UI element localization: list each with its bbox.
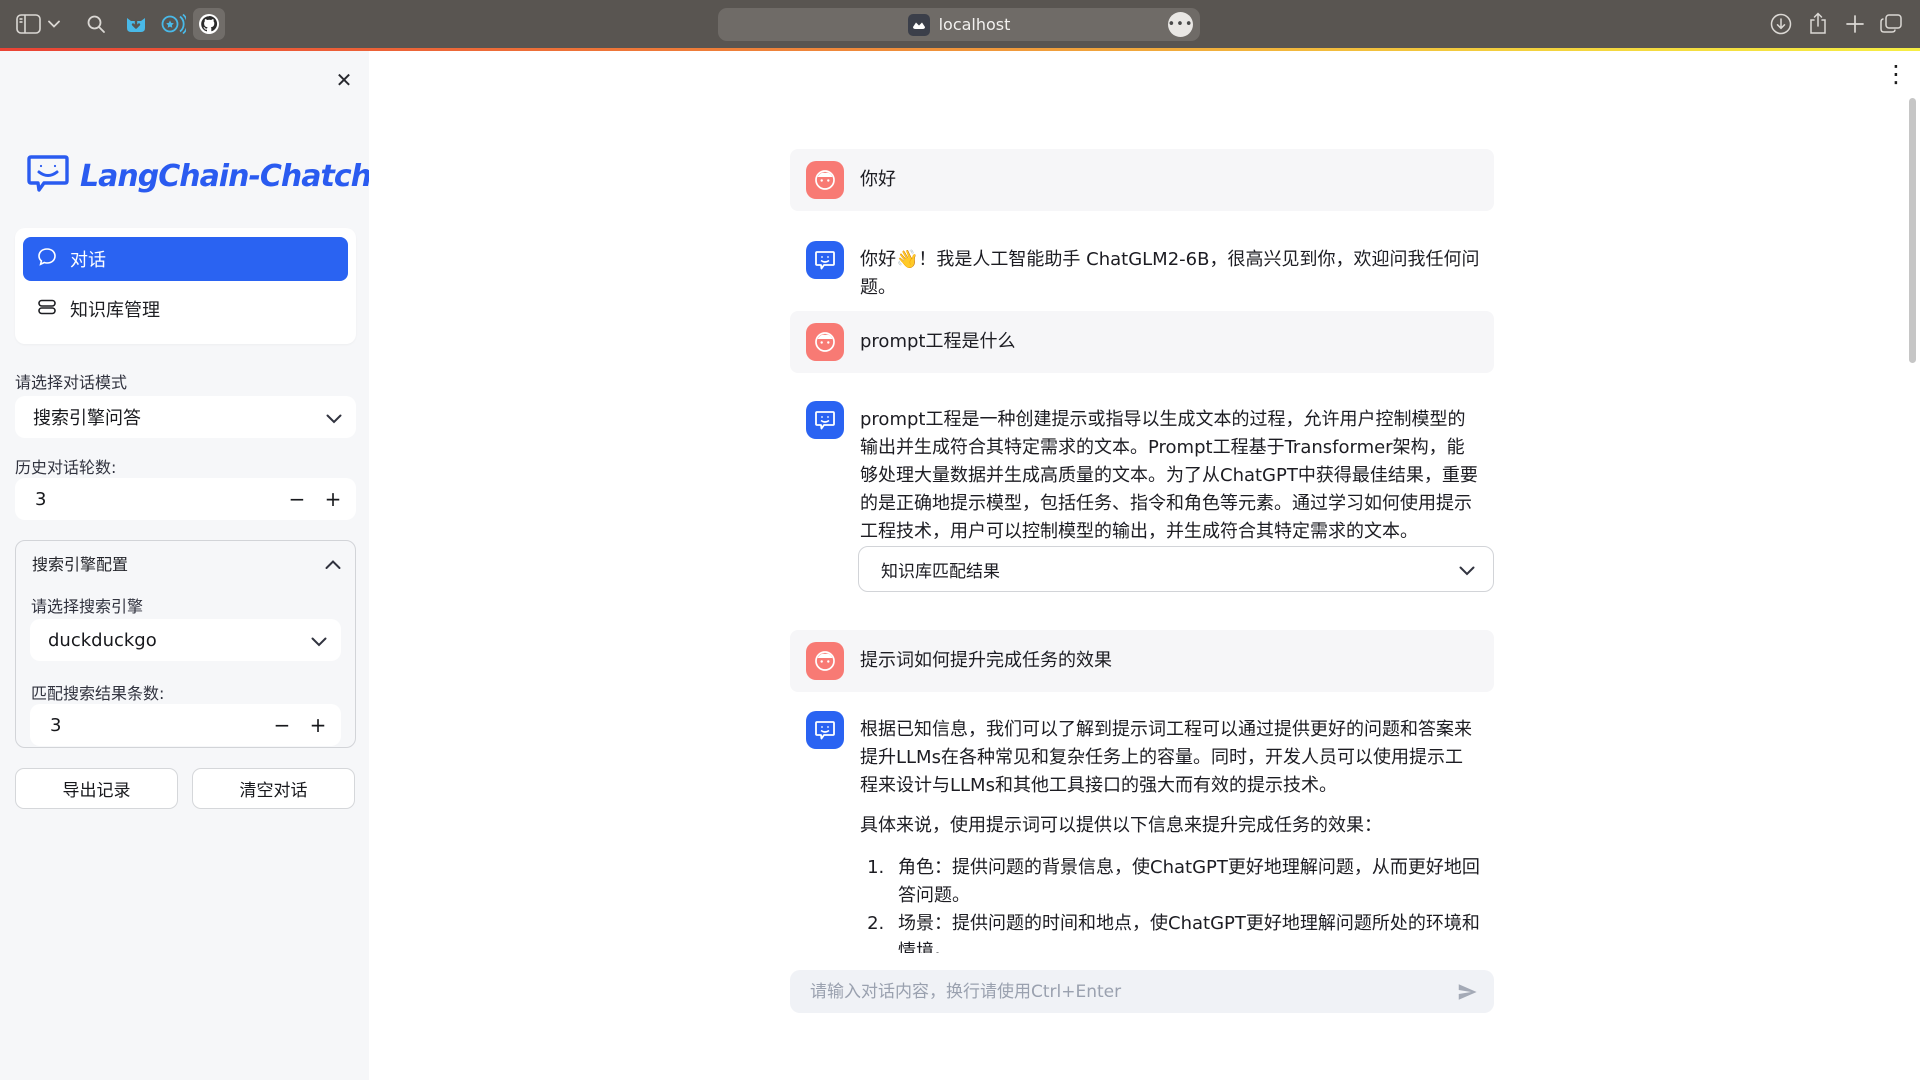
chat-bubble-icon bbox=[37, 247, 57, 272]
chat-main: ⋮ 你好 bbox=[369, 51, 1920, 1080]
search-engine-label: 请选择搜索引擎 bbox=[31, 593, 143, 617]
message-paragraph: 根据已知信息，我们可以了解到提示词工程可以通过提供更好的问题和答案来提升LLMs… bbox=[860, 716, 1480, 800]
chevron-down-icon bbox=[326, 408, 342, 429]
url-text: localhost bbox=[939, 15, 1011, 34]
chevron-down-icon bbox=[48, 20, 60, 28]
expander-title: 搜索引擎配置 bbox=[32, 551, 128, 575]
site-favicon bbox=[908, 14, 930, 36]
browser-toolbar: localhost ••• bbox=[0, 0, 1920, 48]
chat-input[interactable] bbox=[810, 982, 1442, 1002]
message-text: prompt工程是什么 bbox=[860, 328, 1015, 356]
export-records-button[interactable]: 导出记录 bbox=[15, 768, 178, 809]
chat-message-assistant: prompt工程是一种创建提示或指导以生成文本的过程，允许用户控制模型的输出并生… bbox=[790, 401, 1494, 546]
assistant-avatar bbox=[806, 401, 844, 439]
logo-text: LangChain-Chatchat bbox=[80, 159, 404, 194]
message-text: 提示词如何提升完成任务的效果 bbox=[860, 647, 1112, 675]
history-rounds-label: 历史对话轮数: bbox=[15, 454, 116, 478]
chat-message-user: 你好 bbox=[790, 149, 1494, 211]
sidebar-chevron-button[interactable] bbox=[48, 0, 60, 48]
scrollbar-thumb[interactable] bbox=[1909, 98, 1916, 363]
close-icon: ✕ bbox=[336, 68, 353, 92]
message-text: 你好👋！我是人工智能助手 ChatGLM2-6B，很高兴见到你，欢迎问我任何问题… bbox=[860, 241, 1480, 302]
chevron-up-icon bbox=[325, 555, 341, 574]
assistant-avatar bbox=[806, 711, 844, 749]
sidebar-toggle-button[interactable] bbox=[16, 0, 41, 48]
new-tab-button[interactable] bbox=[1846, 0, 1864, 48]
message-paragraph: 具体来说，使用提示词可以提供以下信息来提升完成任务的效果： bbox=[860, 812, 1480, 840]
user-avatar bbox=[806, 323, 844, 361]
user-avatar bbox=[806, 642, 844, 680]
result-count-value: 3 bbox=[50, 715, 61, 736]
page: localhost ••• ✕ bbox=[0, 0, 1920, 1080]
increment-button[interactable]: + bbox=[301, 704, 335, 746]
dialogue-mode-label: 请选择对话模式 bbox=[15, 369, 127, 393]
message-text: 你好 bbox=[860, 166, 896, 194]
increment-button[interactable]: + bbox=[316, 478, 350, 520]
chat-message-assistant: 你好👋！我是人工智能助手 ChatGLM2-6B，很高兴见到你，欢迎问我任何问题… bbox=[790, 241, 1494, 302]
user-avatar bbox=[806, 161, 844, 199]
extension-circles-button[interactable] bbox=[160, 0, 186, 48]
nav-item-label: 知识库管理 bbox=[70, 296, 160, 322]
clear-dialogue-button[interactable]: 清空对话 bbox=[192, 768, 355, 809]
extension-cat-button[interactable] bbox=[124, 0, 148, 48]
chevron-down-icon bbox=[311, 631, 327, 652]
result-count-input[interactable]: 3 − + bbox=[30, 704, 341, 746]
chat-input-footer bbox=[369, 953, 1920, 1080]
sidebar-close-button[interactable]: ✕ bbox=[330, 66, 358, 94]
downloads-button[interactable] bbox=[1770, 0, 1792, 48]
chat-message-user: 提示词如何提升完成任务的效果 bbox=[790, 630, 1494, 692]
tab-overview-button[interactable] bbox=[1880, 0, 1902, 48]
share-button[interactable] bbox=[1808, 0, 1828, 48]
extension-github-button[interactable] bbox=[193, 0, 225, 48]
search-button[interactable] bbox=[86, 0, 106, 48]
nav-item-label: 对话 bbox=[70, 246, 106, 272]
search-engine-value: duckduckgo bbox=[48, 630, 157, 651]
assistant-avatar bbox=[806, 241, 844, 279]
search-engine-select[interactable]: duckduckgo bbox=[30, 619, 341, 661]
nav-item-knowledge-base[interactable]: 知识库管理 bbox=[23, 287, 348, 331]
search-icon bbox=[86, 14, 106, 34]
logo-chat-icon bbox=[26, 153, 70, 199]
share-icon bbox=[1808, 12, 1828, 36]
history-rounds-input[interactable]: 3 − + bbox=[15, 478, 356, 520]
decrement-button[interactable]: − bbox=[280, 478, 314, 520]
dialogue-mode-select[interactable]: 搜索引擎问答 bbox=[15, 396, 356, 438]
history-rounds-value: 3 bbox=[35, 489, 46, 510]
dialogue-mode-value: 搜索引擎问答 bbox=[33, 404, 141, 430]
chat-message-user: prompt工程是什么 bbox=[790, 311, 1494, 373]
sidebar: ✕ LangChain-Chatchat 对话 bbox=[0, 51, 369, 1080]
result-count-label: 匹配搜索结果条数: bbox=[31, 680, 164, 704]
plus-icon bbox=[1846, 15, 1864, 33]
sidebar-toggle-icon bbox=[16, 14, 41, 34]
page-settings-button[interactable]: ••• bbox=[1168, 12, 1193, 37]
address-bar[interactable]: localhost ••• bbox=[718, 8, 1200, 41]
tabs-icon bbox=[1880, 14, 1902, 34]
message-text: prompt工程是一种创建提示或指导以生成文本的过程，允许用户控制模型的输出并生… bbox=[860, 401, 1480, 546]
expander-header[interactable]: 搜索引擎配置 bbox=[16, 541, 355, 585]
app-menu-button[interactable]: ⋮ bbox=[1884, 61, 1908, 87]
nav-item-dialogue[interactable]: 对话 bbox=[23, 237, 348, 281]
circles-star-extension-icon bbox=[160, 13, 186, 35]
nav-menu: 对话 知识库管理 bbox=[15, 228, 356, 344]
download-icon bbox=[1770, 13, 1792, 35]
kb-match-results-expander[interactable]: 知识库匹配结果 bbox=[858, 546, 1494, 592]
github-icon bbox=[193, 8, 225, 40]
decrement-button[interactable]: − bbox=[265, 704, 299, 746]
chevron-down-icon bbox=[1459, 561, 1475, 581]
chat-input-box[interactable] bbox=[790, 970, 1494, 1013]
app-logo: LangChain-Chatchat bbox=[26, 153, 404, 199]
send-icon[interactable] bbox=[1456, 981, 1478, 1003]
kb-expander-label: 知识库匹配结果 bbox=[881, 557, 1000, 582]
list-item: 角色：提供问题的背景信息，使ChatGPT更好地理解问题，从而更好地回答问题。 bbox=[890, 854, 1480, 910]
search-engine-config-expander: 搜索引擎配置 请选择搜索引擎 duckduckgo 匹配搜索结果条数: 3 − … bbox=[15, 540, 356, 748]
database-icon bbox=[37, 297, 57, 322]
cat-download-extension-icon bbox=[124, 12, 148, 36]
